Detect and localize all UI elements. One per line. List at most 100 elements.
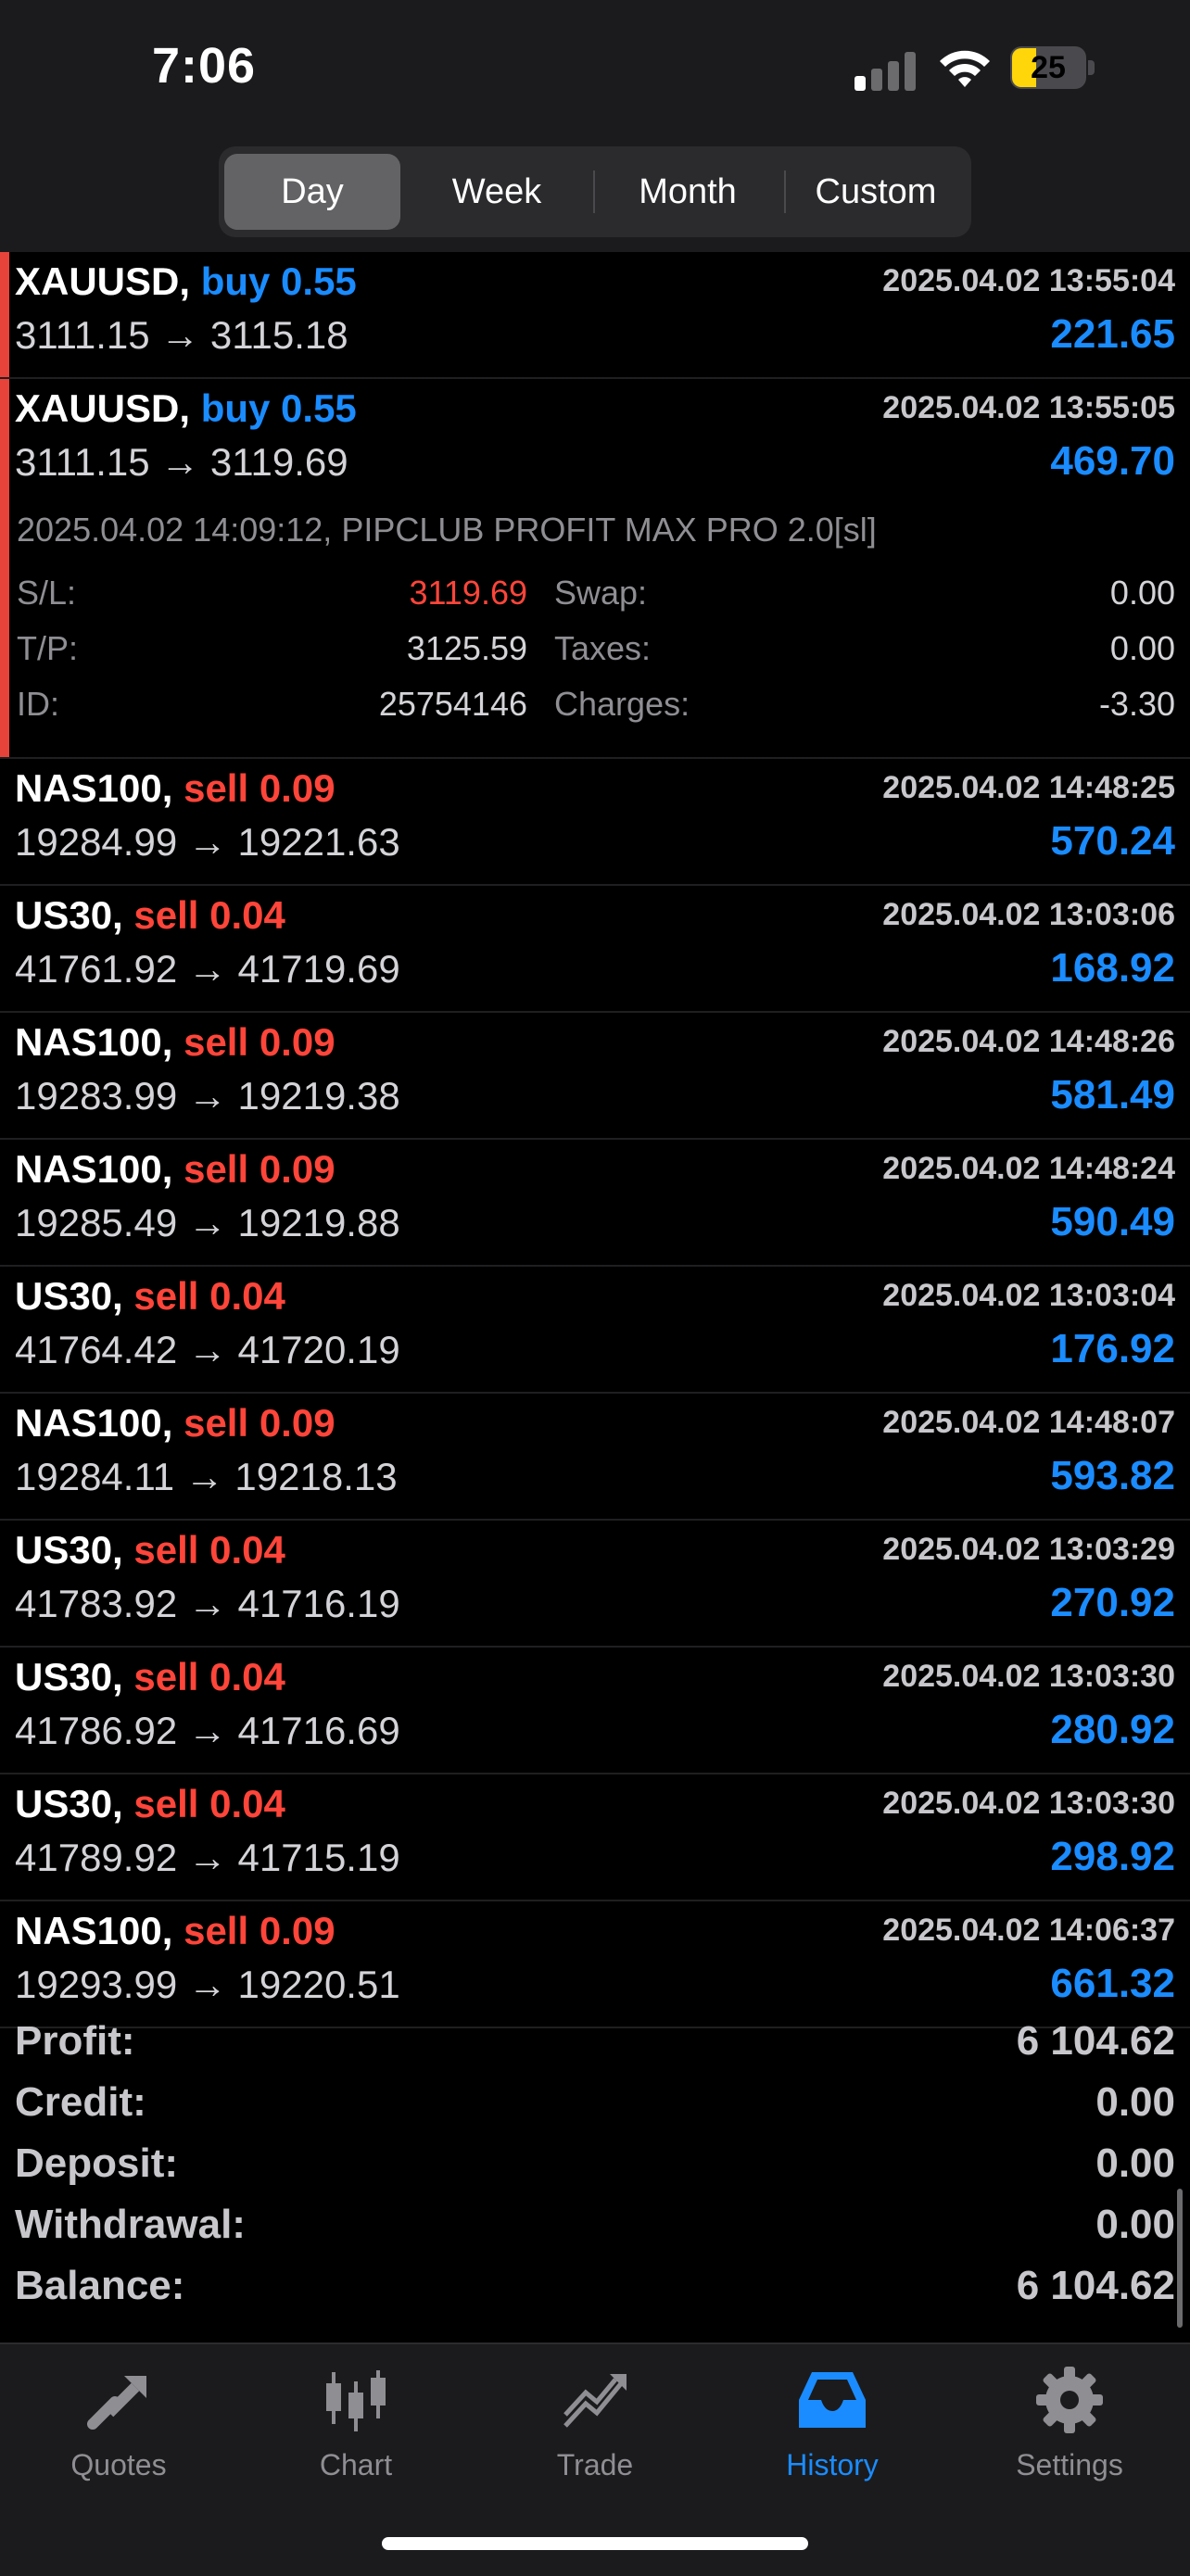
summary-row-profit: Profit: 6 104.62	[0, 2013, 1190, 2074]
top-header: 7:06 25 Day Week Month Custom	[0, 0, 1190, 252]
trade-profit: 270.92	[1050, 1580, 1175, 1625]
tab-label: Chart	[319, 2448, 393, 2481]
account-summary: Profit: 6 104.62 Credit: 0.00 Deposit: 0…	[0, 2013, 1190, 2318]
summary-value: 6 104.62	[1016, 2263, 1175, 2308]
trade-date: 2025.04.02 14:06:37	[882, 1913, 1175, 1948]
tab-trade[interactable]: Trade	[502, 2363, 688, 2482]
tab-chart[interactable]: Chart	[263, 2363, 449, 2482]
trade-symbol: US30,	[15, 1782, 123, 1825]
trade-row[interactable]: US30, sell 0.04 2025.04.02 13:03:06 4176…	[0, 886, 1190, 1013]
gear-icon	[1036, 2367, 1103, 2433]
trade-row[interactable]: NAS100, sell 0.09 2025.04.02 14:06:37 19…	[0, 1901, 1190, 2028]
trade-row[interactable]: XAUUSD, buy 0.55 2025.04.02 13:55:04 311…	[0, 252, 1190, 379]
summary-row-withdrawal: Withdrawal: 0.00	[0, 2196, 1190, 2257]
trade-date: 2025.04.02 14:48:25	[882, 770, 1175, 805]
trade-prices: 41786.92 → 41716.69	[15, 1709, 400, 1752]
trade-prices: 41783.92 → 41716.19	[15, 1582, 400, 1625]
trade-profit: 590.49	[1050, 1199, 1175, 1244]
trade-date: 2025.04.02 13:03:30	[882, 1659, 1175, 1694]
trade-side: sell 0.04	[133, 1655, 285, 1698]
trade-date: 2025.04.02 13:55:04	[882, 263, 1175, 298]
trade-profit: 581.49	[1050, 1072, 1175, 1118]
tab-day[interactable]: Day	[224, 154, 400, 230]
trade-detail-panel: 2025.04.02 14:09:12, PIPCLUB PROFIT MAX …	[0, 492, 1190, 759]
trade-symbol: NAS100,	[15, 1401, 173, 1445]
tab-settings[interactable]: Settings	[977, 2363, 1162, 2482]
tab-month[interactable]: Month	[595, 154, 780, 230]
trade-symbol: NAS100,	[15, 766, 173, 810]
summary-label: Credit:	[15, 2079, 146, 2125]
trade-profit: 298.92	[1050, 1834, 1175, 1879]
trade-date: 2025.04.02 13:03:29	[882, 1532, 1175, 1567]
trade-prices: 19283.99 → 19219.38	[15, 1074, 400, 1118]
trade-side: buy 0.55	[200, 259, 357, 303]
trade-profit: 469.70	[1050, 438, 1175, 484]
tab-custom[interactable]: Custom	[786, 154, 966, 230]
trade-row[interactable]: US30, sell 0.04 2025.04.02 13:03:29 4178…	[0, 1521, 1190, 1648]
trade-symbol: NAS100,	[15, 1147, 173, 1191]
taxes-label: Taxes:	[554, 629, 652, 667]
tab-label: History	[786, 2448, 879, 2481]
trade-row[interactable]: NAS100, sell 0.09 2025.04.02 14:48:24 19…	[0, 1140, 1190, 1267]
summary-label: Withdrawal:	[15, 2202, 246, 2247]
summary-value: 6 104.62	[1016, 2018, 1175, 2064]
trade-symbol: XAUUSD,	[15, 259, 191, 303]
trade-symbol: NAS100,	[15, 1909, 173, 1952]
cellular-signal-icon	[855, 46, 919, 91]
trade-symbol: XAUUSD,	[15, 386, 191, 430]
trade-side: sell 0.09	[184, 1147, 335, 1191]
trade-row-expanded[interactable]: XAUUSD, buy 0.55 2025.04.02 13:55:05 311…	[0, 379, 1190, 504]
trade-date: 2025.04.02 13:03:06	[882, 897, 1175, 932]
period-segmented-control: Day Week Month Custom	[219, 146, 971, 237]
tab-label: Settings	[1016, 2448, 1123, 2481]
battery-icon: 25	[1010, 46, 1097, 91]
trade-prices: 41789.92 → 41715.19	[15, 1836, 400, 1879]
trade-row[interactable]: NAS100, sell 0.09 2025.04.02 14:48:25 19…	[0, 759, 1190, 886]
summary-value: 0.00	[1095, 2202, 1175, 2247]
trade-side: sell 0.04	[133, 893, 285, 937]
trade-row[interactable]: US30, sell 0.04 2025.04.02 13:03:30 4178…	[0, 1774, 1190, 1901]
trade-row[interactable]: NAS100, sell 0.09 2025.04.02 14:48:07 19…	[0, 1394, 1190, 1521]
summary-row-balance: Balance: 6 104.62	[0, 2257, 1190, 2318]
trade-profit: 661.32	[1050, 1961, 1175, 2006]
trade-row[interactable]: US30, sell 0.04 2025.04.02 13:03:30 4178…	[0, 1648, 1190, 1774]
candlestick-icon	[326, 2370, 386, 2431]
tab-history[interactable]: History	[740, 2363, 925, 2482]
trade-prices: 3111.15 → 3119.69	[15, 440, 348, 484]
home-indicator[interactable]	[382, 2537, 808, 2550]
trade-side: sell 0.04	[133, 1274, 285, 1318]
summary-value: 0.00	[1095, 2079, 1175, 2125]
trade-profit: 168.92	[1050, 945, 1175, 991]
summary-label: Balance:	[15, 2263, 185, 2308]
trade-side: sell 0.04	[133, 1782, 285, 1825]
summary-label: Profit:	[15, 2018, 135, 2064]
trade-prices: 19293.99 → 19220.51	[15, 1963, 400, 2006]
trade-row[interactable]: NAS100, sell 0.09 2025.04.02 14:48:26 19…	[0, 1013, 1190, 1140]
tab-quotes[interactable]: Quotes	[26, 2363, 211, 2482]
trade-profit: 176.92	[1050, 1326, 1175, 1371]
trade-comment: 2025.04.02 14:09:12, PIPCLUB PROFIT MAX …	[17, 511, 877, 549]
trade-date: 2025.04.02 13:55:05	[882, 390, 1175, 425]
tab-week[interactable]: Week	[404, 154, 589, 230]
trade-prices: 19285.49 → 19219.88	[15, 1201, 400, 1244]
selection-accent	[0, 379, 9, 504]
battery-level: 25	[1031, 50, 1066, 85]
trade-profit: 593.82	[1050, 1453, 1175, 1498]
history-inbox-icon	[799, 2372, 866, 2428]
trade-prices: 19284.11 → 19218.13	[15, 1455, 398, 1498]
id-label: ID:	[17, 685, 60, 723]
summary-row-deposit: Deposit: 0.00	[0, 2135, 1190, 2196]
trade-prices: 3111.15 → 3115.18	[15, 313, 348, 357]
tab-label: Quotes	[70, 2448, 167, 2481]
tab-label: Trade	[556, 2448, 634, 2481]
trade-row[interactable]: US30, sell 0.04 2025.04.02 13:03:04 4176…	[0, 1267, 1190, 1394]
tp-value: 3125.59	[406, 629, 527, 667]
scrollbar[interactable]	[1177, 2189, 1183, 2328]
trade-history-list: XAUUSD, buy 0.55 2025.04.02 13:55:04 311…	[0, 252, 1190, 504]
id-value: 25754146	[378, 685, 527, 723]
trade-prices: 19284.99 → 19221.63	[15, 820, 400, 864]
summary-row-credit: Credit: 0.00	[0, 2074, 1190, 2135]
trade-symbol: US30,	[15, 1528, 123, 1572]
swap-label: Swap:	[554, 574, 648, 612]
trade-profit: 570.24	[1050, 818, 1175, 864]
